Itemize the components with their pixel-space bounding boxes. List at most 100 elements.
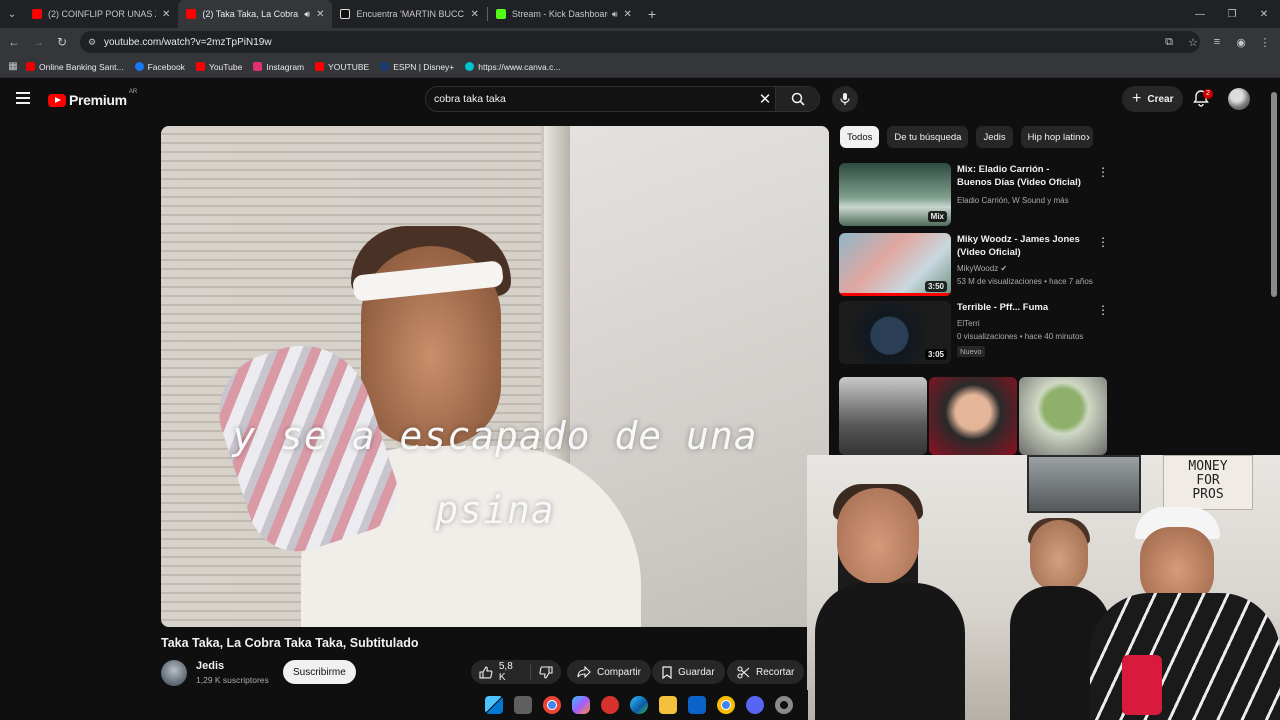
clip-label: Recortar [756, 666, 795, 678]
like-button[interactable]: 5,8 K [471, 661, 531, 683]
menu-icon[interactable] [16, 92, 30, 104]
bookmark-item[interactable]: Online Banking Sant... [26, 62, 124, 72]
account-avatar[interactable] [1228, 88, 1250, 110]
bookmark-item[interactable]: YOUTUBE [315, 62, 369, 72]
bookmark-star-icon[interactable]: ☆ [1186, 36, 1200, 49]
chip-todos[interactable]: Todos [840, 126, 880, 148]
bookmark-item[interactable]: ESPN | Disney+ [380, 62, 454, 72]
tab-2-active[interactable]: (2) Taka Taka, La Cobra Taka Taka 🔊︎ ✕ [178, 0, 333, 28]
tab-strip: ⌄ (2) COINFLIP POR UNAS ZAPATILLAS ✕ (2)… [0, 0, 1280, 28]
recommendation-stats: 53 M de visualizaciones • hace 7 años [957, 277, 1093, 286]
save-label: Guardar [678, 666, 715, 678]
subscriber-count: 1,29 K suscriptores [196, 675, 269, 685]
copilot-icon[interactable] [572, 696, 590, 714]
short-thumbnail[interactable] [839, 377, 927, 455]
save-button[interactable]: Guardar [652, 660, 725, 684]
media-control-icon[interactable]: ≡ [1210, 36, 1224, 48]
url-text: youtube.com/watch?v=2mzTpPiN19w [104, 36, 272, 48]
channel-name[interactable]: Jedis [196, 660, 224, 672]
bookmark-item[interactable]: Facebook [134, 61, 185, 72]
clear-search-icon[interactable]: ✕ [755, 90, 775, 108]
bookmark-label: https://www.canva.c... [478, 61, 561, 72]
filter-chips: Todos De tu búsqueda Jedis Hip hop latin… [840, 126, 1100, 148]
video-thumbnail[interactable]: 3:05 [839, 301, 951, 364]
chrome-taskbar-icon[interactable] [543, 696, 561, 714]
forward-icon[interactable]: → [26, 35, 50, 49]
youtube-favicon-icon [186, 9, 197, 19]
share-button[interactable]: Compartir [567, 660, 651, 684]
file-explorer-icon[interactable] [659, 696, 677, 714]
chrome-menu-icon[interactable]: ⋮ [1258, 36, 1272, 49]
recommendation-title: Terrible - Pff... Fuma [957, 302, 1049, 313]
chip-hip-hop-latino[interactable]: Hip hop latino [1020, 126, 1093, 148]
search-input[interactable]: cobra taka taka [426, 93, 755, 105]
subscribe-button[interactable]: Suscribirme [283, 660, 356, 684]
tab-4[interactable]: Stream - Kick Dashboard 🔊︎ ✕ [488, 0, 640, 28]
channel-avatar[interactable] [161, 660, 187, 686]
tab-1[interactable]: (2) COINFLIP POR UNAS ZAPATILLAS ✕ [24, 0, 178, 28]
apps-grid-icon[interactable]: ▦ [0, 61, 26, 72]
more-options-icon[interactable]: ⋮ [1097, 303, 1109, 317]
bookmark-label: Online Banking Sant... [39, 61, 124, 72]
chip-de-tu-busqueda[interactable]: De tu búsqueda [887, 126, 969, 148]
channel-name-text: MikyWoodz [957, 264, 999, 273]
minimize-icon[interactable]: — [1184, 0, 1216, 28]
tab-close-icon[interactable]: ✕ [470, 9, 478, 20]
site-info-icon[interactable]: ⚙ [88, 37, 98, 47]
scissors-icon [737, 665, 750, 679]
tab-close-icon[interactable]: ✕ [316, 9, 324, 20]
reload-icon[interactable]: ↻ [50, 35, 74, 49]
speaker-icon[interactable]: 🔊︎ [304, 9, 310, 20]
tab-close-icon[interactable]: ✕ [162, 9, 170, 20]
video-thumbnail[interactable]: 3:50 [839, 233, 951, 296]
voice-search-button[interactable] [832, 86, 858, 112]
video-thumbnail[interactable]: Mix [839, 163, 951, 226]
restore-icon[interactable]: ❐ [1216, 0, 1248, 28]
bookmark-item[interactable]: YouTube [195, 62, 242, 72]
tab-title: (2) COINFLIP POR UNAS ZAPATILLAS [48, 9, 156, 19]
chip-jedis[interactable]: Jedis [976, 126, 1013, 148]
new-tab-button[interactable]: + [640, 6, 664, 22]
recommendation-item[interactable]: 3:05 Terrible - Pff... Fuma ElTerri 0 vi… [839, 301, 1109, 365]
windows-start-icon[interactable] [485, 696, 503, 714]
speaker-icon[interactable]: 🔊︎ [612, 9, 618, 20]
clip-button[interactable]: Recortar [727, 660, 805, 684]
short-thumbnail[interactable] [1019, 377, 1107, 455]
more-options-icon[interactable]: ⋮ [1097, 235, 1109, 249]
bookmark-label: Facebook [147, 61, 185, 72]
youtube-logo[interactable]: Premium AR [48, 89, 137, 108]
task-view-icon[interactable] [514, 696, 532, 714]
install-app-icon[interactable]: ⧉ [1162, 36, 1176, 49]
edge-icon[interactable] [630, 696, 648, 714]
back-icon[interactable]: ← [2, 35, 26, 49]
duration-badge: 3:50 [924, 281, 947, 292]
tab-3[interactable]: Encuentra 'MARTIN BUCCIERI' en TikTok ✕ [332, 0, 486, 28]
page-scrollbar[interactable] [1268, 80, 1280, 455]
verified-icon: ✔ [1000, 264, 1008, 273]
outlook-icon[interactable] [688, 696, 706, 714]
scrollbar-thumb[interactable] [1271, 92, 1277, 297]
settings-gear-icon[interactable] [775, 696, 793, 714]
short-thumbnail[interactable] [929, 377, 1017, 455]
more-options-icon[interactable]: ⋮ [1097, 165, 1109, 179]
search-button[interactable] [775, 87, 819, 111]
tab-close-icon[interactable]: ✕ [624, 9, 632, 20]
close-window-icon[interactable]: ✕ [1248, 0, 1280, 28]
bookmark-label: YOUTUBE [328, 61, 370, 72]
acrobat-icon[interactable] [601, 696, 619, 714]
tab-search-button[interactable]: ⌄ [0, 0, 24, 28]
chrome-taskbar-icon[interactable] [717, 696, 735, 714]
profile-icon[interactable]: ◉ [1234, 36, 1248, 49]
thumbs-down-icon [539, 665, 553, 679]
dislike-button[interactable] [531, 665, 561, 679]
bookmark-item[interactable]: Instagram [253, 62, 304, 72]
video-player[interactable]: y se a escapado de una psina [161, 126, 829, 627]
create-button[interactable]: + Crear [1122, 86, 1184, 112]
recommendation-item[interactable]: 3:50 Miky Woodz - James Jones (Video Ofi… [839, 233, 1109, 297]
chevron-right-icon[interactable]: › [1086, 130, 1090, 144]
bookmark-item[interactable]: https://www.canva.c... [465, 62, 560, 72]
address-bar[interactable]: ⚙ youtube.com/watch?v=2mzTpPiN19w [80, 31, 1200, 53]
discord-icon[interactable] [746, 696, 764, 714]
recommendation-item[interactable]: Mix Mix: Eladio Carrión - Buenos Días (V… [839, 163, 1109, 227]
search-box[interactable]: cobra taka taka ✕ [425, 86, 820, 112]
